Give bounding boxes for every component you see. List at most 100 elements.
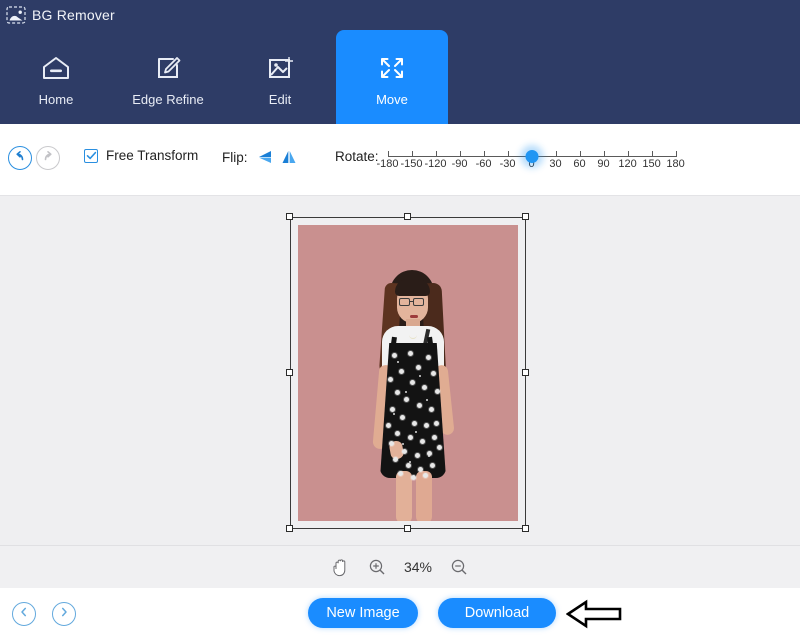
- rotate-tick: [507, 151, 509, 157]
- selection-handle-top-right[interactable]: [522, 213, 529, 220]
- floral-motif: [398, 471, 403, 476]
- selection-handle-bottom-right[interactable]: [522, 525, 529, 532]
- undo-button[interactable]: [8, 146, 32, 170]
- floral-motif: [402, 449, 407, 454]
- rotate-tick-label: -60: [475, 158, 492, 170]
- rotate-tick: [411, 151, 413, 157]
- floral-motif: [417, 403, 422, 408]
- selection-handle-bottom-left[interactable]: [286, 525, 293, 532]
- selection-handle-top-center[interactable]: [404, 213, 411, 220]
- nav-tabs: Home Edge Refine Edit Move: [0, 30, 800, 124]
- floral-motif: [395, 431, 400, 436]
- floral-dot: [428, 455, 430, 457]
- rotate-tick-label: 180: [666, 158, 685, 170]
- floral-motif: [426, 355, 431, 360]
- selection-handle-middle-left[interactable]: [286, 369, 293, 376]
- floral-motif: [386, 423, 391, 428]
- floral-motif: [411, 475, 416, 480]
- flip-vertical-icon[interactable]: [278, 148, 300, 166]
- glasses-right-lens: [413, 298, 424, 306]
- selection-handle-bottom-center[interactable]: [404, 525, 411, 532]
- image-edit-icon: [265, 48, 295, 88]
- rotate-tick: [387, 151, 389, 157]
- selection-handle-top-left[interactable]: [286, 213, 293, 220]
- flip-controls: Flip:: [222, 148, 300, 166]
- free-transform-checkbox[interactable]: [84, 148, 98, 163]
- floral-dot: [402, 443, 404, 445]
- floral-motif: [400, 415, 405, 420]
- floral-motif: [430, 463, 435, 468]
- floral-motif: [432, 435, 437, 440]
- selection-handle-middle-right[interactable]: [522, 369, 529, 376]
- floral-motif: [418, 467, 423, 472]
- floral-motif: [393, 457, 398, 462]
- undo-arrow-icon: [12, 148, 28, 169]
- tab-move[interactable]: Move: [336, 30, 448, 124]
- floral-motif: [388, 377, 393, 382]
- zoom-in-icon[interactable]: [368, 558, 386, 576]
- rotate-slider-handle[interactable]: [525, 150, 539, 163]
- subject-image[interactable]: [298, 225, 518, 521]
- home-minus-icon: [41, 48, 71, 88]
- free-transform-label: Free Transform: [106, 148, 199, 163]
- tab-home[interactable]: Home: [0, 30, 112, 124]
- free-transform-toggle[interactable]: Free Transform: [84, 148, 198, 163]
- floral-motif: [408, 435, 413, 440]
- floral-dot: [426, 399, 428, 401]
- rotate-tick-label: -30: [499, 158, 516, 170]
- floral-motif: [412, 421, 417, 426]
- rotate-tick-label: -90: [451, 158, 468, 170]
- floral-motif: [395, 390, 400, 395]
- hand-tool-icon[interactable]: [332, 557, 350, 577]
- check-icon: [86, 151, 96, 160]
- glasses-bridge: [410, 301, 413, 302]
- floral-motif: [420, 439, 425, 444]
- selection-box[interactable]: [286, 213, 529, 532]
- zoom-level: 34%: [403, 559, 433, 575]
- left-leg: [396, 471, 412, 521]
- flip-horizontal-icon[interactable]: [256, 148, 278, 166]
- floral-dot: [415, 431, 417, 433]
- rotate-tick-label: 150: [642, 158, 661, 170]
- rotate-tick-label: 30: [549, 158, 562, 170]
- tab-edit[interactable]: Edit: [224, 30, 336, 124]
- next-image-button[interactable]: [52, 602, 76, 626]
- floral-motif: [437, 445, 442, 450]
- pen-square-icon: [153, 48, 183, 88]
- floral-motif: [423, 473, 428, 478]
- glasses-left-lens: [399, 298, 410, 306]
- rotate-tick-label: 60: [573, 158, 586, 170]
- download-button[interactable]: Download: [438, 598, 556, 628]
- redo-button[interactable]: [36, 146, 60, 170]
- chevron-left-icon: [18, 605, 30, 623]
- tab-edge-refine[interactable]: Edge Refine: [112, 30, 224, 124]
- rotate-control: Rotate: -180 -150 -120 -90 -60 -30 0 30 60 90 120 1…: [335, 140, 685, 174]
- floral-dot: [393, 413, 395, 415]
- new-image-label: New Image: [326, 605, 400, 621]
- floral-motif: [399, 369, 404, 374]
- rotate-tick: [675, 151, 677, 157]
- title-bar: BG Remover: [0, 0, 800, 30]
- redo-arrow-icon: [40, 148, 56, 169]
- zoom-out-icon[interactable]: [450, 558, 468, 576]
- floral-motif: [408, 351, 413, 356]
- floral-dot: [419, 375, 421, 377]
- rotate-tick: [435, 151, 437, 157]
- rotate-label: Rotate:: [335, 149, 379, 164]
- new-image-button[interactable]: New Image: [308, 598, 418, 628]
- image-canvas[interactable]: [0, 196, 800, 545]
- tab-edge-refine-label: Edge Refine: [132, 91, 204, 107]
- floral-motif: [434, 421, 439, 426]
- rotate-tick-label: 120: [618, 158, 637, 170]
- left-arrow-annotation-icon: [565, 598, 622, 635]
- floral-motif: [406, 463, 411, 468]
- app-logo-icon: [6, 6, 26, 24]
- floral-motif: [416, 365, 421, 370]
- rotate-slider[interactable]: -180 -150 -120 -90 -60 -30 0 30 60 90 120 150 180: [377, 140, 685, 174]
- floral-motif: [422, 385, 427, 390]
- rotate-tick: [483, 151, 485, 157]
- previous-image-button[interactable]: [12, 602, 36, 626]
- necklace: [409, 331, 417, 339]
- floral-dot: [397, 361, 399, 363]
- floral-motif: [404, 397, 409, 402]
